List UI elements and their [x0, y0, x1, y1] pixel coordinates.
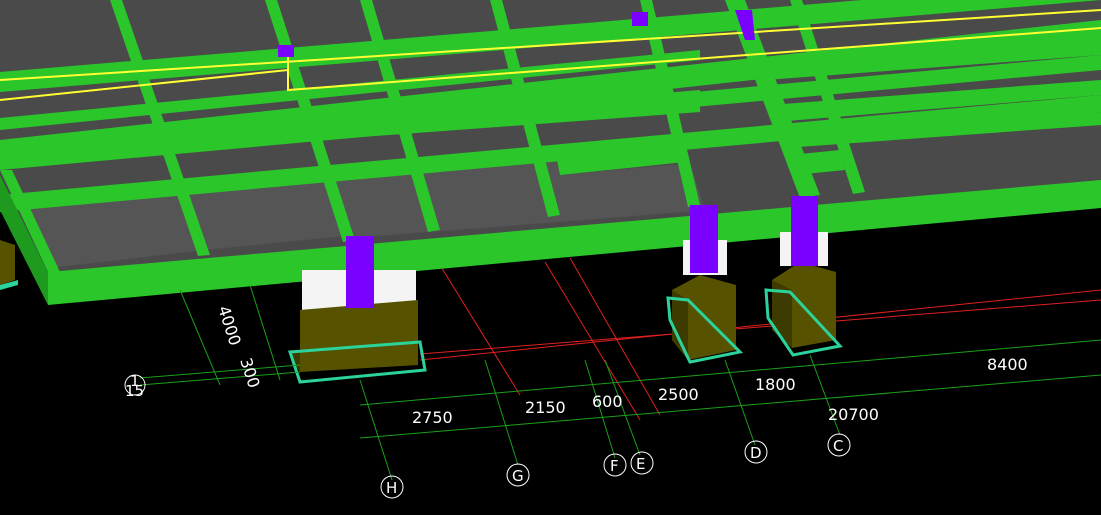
- dim-300: 300: [236, 355, 264, 390]
- axis-label-C: C: [833, 437, 843, 455]
- axis-label-E: E: [636, 455, 645, 473]
- dim-8400: 8400: [987, 355, 1028, 374]
- axis-label-G: G: [512, 467, 524, 485]
- dim-20700: 20700: [828, 405, 879, 424]
- dim-1800: 1800: [755, 375, 796, 394]
- dim-4000: 4000: [214, 303, 245, 348]
- dim-2150: 2150: [525, 398, 566, 417]
- model-3d-viewport[interactable]: 1 15 H G F E D C 4000 300 2750 2150 600 …: [0, 0, 1101, 515]
- dimension-lines: [139, 284, 1101, 481]
- red-axis-lines: [419, 257, 1101, 421]
- dim-2750: 2750: [412, 408, 453, 427]
- axis-label-F: F: [610, 457, 619, 475]
- dim-2500: 2500: [658, 385, 699, 404]
- axis-label-D: D: [750, 444, 762, 462]
- dim-600: 600: [592, 392, 623, 411]
- axis-label-row-15: 15: [125, 382, 144, 400]
- footing-left: [0, 240, 18, 290]
- axis-label-H: H: [386, 479, 397, 497]
